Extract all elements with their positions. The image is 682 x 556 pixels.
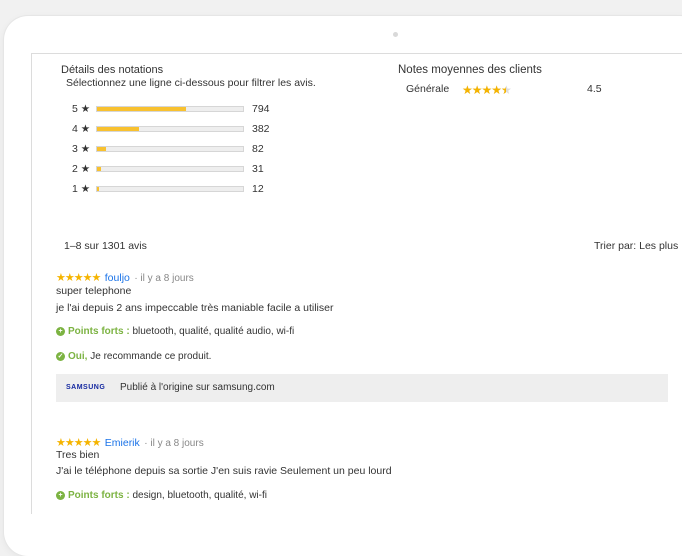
- rating-bar-fill: [97, 107, 187, 111]
- averages-stars-filled: ★★★★★: [462, 83, 506, 97]
- review-2-pros: + Points forts : design, bluetooth, quali…: [56, 490, 267, 501]
- plus-icon: +: [56, 491, 65, 500]
- review-2-body: J'ai le téléphone depuis sa sortie J'en …: [56, 465, 392, 477]
- averages-title: Notes moyennes des clients: [398, 64, 542, 76]
- check-icon: ✓: [56, 352, 65, 361]
- rating-bar: [96, 166, 244, 172]
- review-1-source-text: Publié à l'origine sur samsung.com: [120, 382, 275, 393]
- rating-row-label: 2 ★: [72, 163, 91, 175]
- review-1-time: · il y a 8 jours: [134, 273, 194, 284]
- review-1-pros: + Points forts : bluetooth, qualité, qual…: [56, 326, 294, 337]
- rating-bar: [96, 186, 244, 192]
- samsung-logo: SAMSUNG: [66, 384, 106, 391]
- review-1-title: super telephone: [56, 285, 132, 297]
- review-1-recommend: ✓ Oui, Je recommande ce produit.: [56, 351, 211, 362]
- rating-row-count: 382: [252, 123, 270, 135]
- rating-bar: [96, 126, 244, 132]
- rating-bar-fill: [97, 187, 99, 191]
- rating-row-label: 3 ★: [72, 143, 91, 155]
- rating-row-count: 794: [252, 103, 270, 115]
- rating-row-count: 12: [252, 183, 264, 195]
- ratings-subtitle: Sélectionnez une ligne ci-dessous pour f…: [66, 77, 316, 89]
- review-2-title: Tres bien: [56, 449, 100, 461]
- review-1-source-box: SAMSUNG Publié à l'origine sur samsung.c…: [56, 374, 668, 402]
- rating-row-label: 5 ★: [72, 103, 91, 115]
- review-1-body: je l'ai depuis 2 ans impeccable très man…: [56, 302, 334, 314]
- rating-row-count: 31: [252, 163, 264, 175]
- review-2-pros-label: Points forts :: [68, 490, 130, 501]
- rating-row-label: 1 ★: [72, 183, 91, 195]
- averages-label: Générale: [406, 83, 450, 95]
- rating-bar: [96, 146, 244, 152]
- rating-row-label: 4 ★: [72, 123, 91, 135]
- review-1-author[interactable]: fouljo: [105, 272, 130, 284]
- review-1-recommend-text: Je recommande ce produit.: [90, 351, 212, 362]
- averages-value: 4.5: [587, 83, 602, 95]
- sort-dropdown[interactable]: Trier par: Les plus: [594, 240, 678, 252]
- screen: Détails des notations Sélectionnez une l…: [31, 53, 682, 514]
- rating-bar: [96, 106, 244, 112]
- plus-icon: +: [56, 327, 65, 336]
- ratings-title: Détails des notations: [61, 64, 164, 76]
- rating-bar-fill: [97, 127, 140, 131]
- review-1-stars-icon: ★★★★★: [56, 272, 101, 284]
- review-2-time: · il y a 8 jours: [144, 438, 204, 449]
- review-1-pros-list: bluetooth, qualité, qualité audio, wi-fi: [132, 326, 295, 337]
- camera-dot: [393, 32, 398, 37]
- rating-bar-fill: [97, 167, 101, 171]
- review-1-recommend-yes: Oui,: [68, 351, 88, 362]
- review-2-author[interactable]: Emierik: [105, 437, 140, 449]
- review-2-stars-icon: ★★★★★: [56, 437, 101, 449]
- review-1-pros-label: Points forts :: [68, 326, 130, 337]
- review-1-header: ★★★★★ fouljo · il y a 8 jours: [56, 268, 194, 286]
- review-2-pros-list: design, bluetooth, qualité, wi-fi: [132, 490, 267, 501]
- review-count: 1–8 sur 1301 avis: [64, 240, 147, 252]
- averages-stars-icon: ★★★★★ ★★★★★: [462, 81, 512, 99]
- rating-row-count: 82: [252, 143, 264, 155]
- rating-bar-fill: [97, 147, 107, 151]
